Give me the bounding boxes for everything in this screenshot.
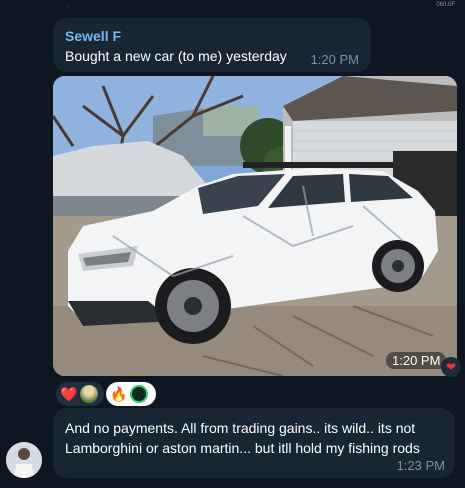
reaction-fire[interactable]: 🔥 — [106, 382, 156, 406]
status-text: 060.0F — [436, 2, 455, 8]
photo-message[interactable] — [53, 76, 457, 376]
top-edge — [0, 0, 465, 10]
heart-icon: ❤️ — [60, 386, 78, 402]
car-photo — [53, 76, 457, 376]
message-time: 1:23 PM — [396, 458, 445, 473]
fire-icon: 🔥 — [110, 386, 128, 402]
reaction-heart[interactable]: ❤️ — [56, 382, 104, 406]
message-bubble[interactable]: And no payments. All from trading gains.… — [53, 408, 455, 478]
message-text: Bought a new car (to me) yesterday — [65, 48, 287, 64]
avatar[interactable] — [6, 442, 42, 478]
reactor-avatar — [130, 385, 149, 403]
message-text: And no payments. All from trading gains.… — [65, 420, 420, 456]
photo-time: 1:20 PM — [386, 352, 447, 369]
bottom-strip — [0, 484, 465, 488]
heart-icon[interactable]: ❤ — [441, 357, 461, 377]
message-time: 1:20 PM — [310, 52, 359, 67]
message-bubble[interactable]: Sewell F Bought a new car (to me) yester… — [53, 18, 371, 72]
top-dot: · — [66, 2, 69, 11]
person-icon — [6, 442, 42, 478]
reactor-avatar — [80, 385, 99, 403]
sender-name[interactable]: Sewell F — [65, 28, 121, 44]
